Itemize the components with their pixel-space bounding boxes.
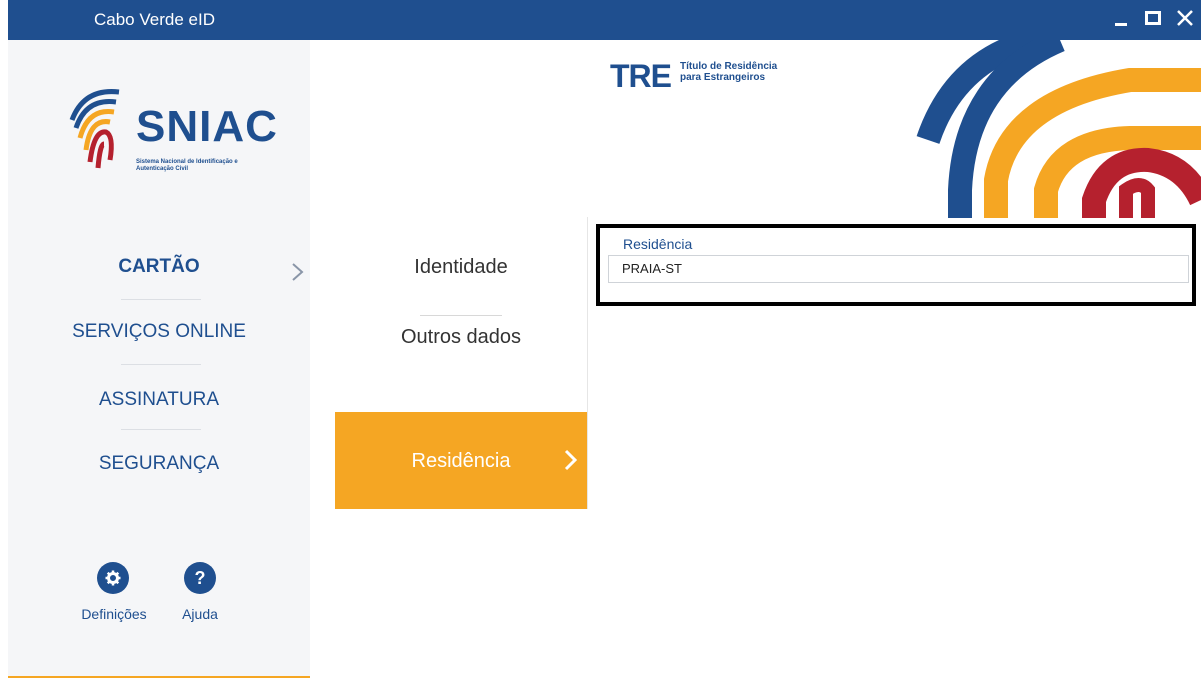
fingerprint-logo-icon [69, 89, 120, 169]
column-separator [587, 217, 588, 509]
maximize-icon[interactable] [1139, 4, 1167, 32]
settings-label[interactable]: Definições [74, 606, 154, 622]
nav-divider [121, 299, 201, 300]
minimize-icon[interactable] [1107, 4, 1135, 32]
window-left-edge [0, 0, 8, 680]
nav-item-cartao[interactable]: CARTÃO [8, 256, 310, 278]
residence-label: Residência [623, 236, 693, 252]
tab-outros-dados[interactable]: Outros dados [335, 326, 587, 349]
sidebar: SNIAC Sistema Nacional de Identificação … [8, 40, 310, 676]
close-icon[interactable] [1171, 4, 1199, 32]
chevron-right-icon [564, 449, 578, 471]
chevron-right-icon [292, 263, 304, 281]
nav-item-seguranca[interactable]: SEGURANÇA [8, 453, 310, 475]
window-title: Cabo Verde eID [94, 10, 215, 29]
gear-icon [105, 570, 121, 586]
subtab-divider [420, 315, 502, 316]
sidebar-accent-line [8, 676, 310, 678]
logo-text: SNIAC [136, 102, 278, 151]
nav-item-assinatura[interactable]: ASSINATURA [8, 389, 310, 411]
title-bar: Cabo Verde eID [8, 0, 1201, 40]
tre-line2: para Estrangeiros [680, 72, 766, 83]
logo-subtitle: Sistema Nacional de Identificação e Aute… [136, 159, 238, 172]
tab-identidade[interactable]: Identidade [335, 256, 587, 279]
nav-divider [121, 364, 201, 365]
tab-residencia-label: Residência [411, 450, 511, 472]
sniac-logo: SNIAC Sistema Nacional de Identificação … [64, 80, 277, 180]
tab-residencia[interactable]: Residência [335, 412, 587, 509]
help-label[interactable]: Ajuda [170, 606, 230, 622]
residence-field[interactable]: PRAIA-ST [608, 255, 1189, 283]
question-icon: ? [194, 567, 206, 588]
tre-abbr: TRE [610, 58, 672, 94]
nav-divider [121, 429, 201, 430]
nav-item-servicos-online[interactable]: SERVIÇOS ONLINE [8, 321, 310, 343]
tre-line1: Título de Residência [680, 61, 778, 72]
help-button[interactable]: ? [184, 562, 216, 594]
decorative-arcs [916, 40, 1201, 218]
settings-button[interactable] [97, 562, 129, 594]
